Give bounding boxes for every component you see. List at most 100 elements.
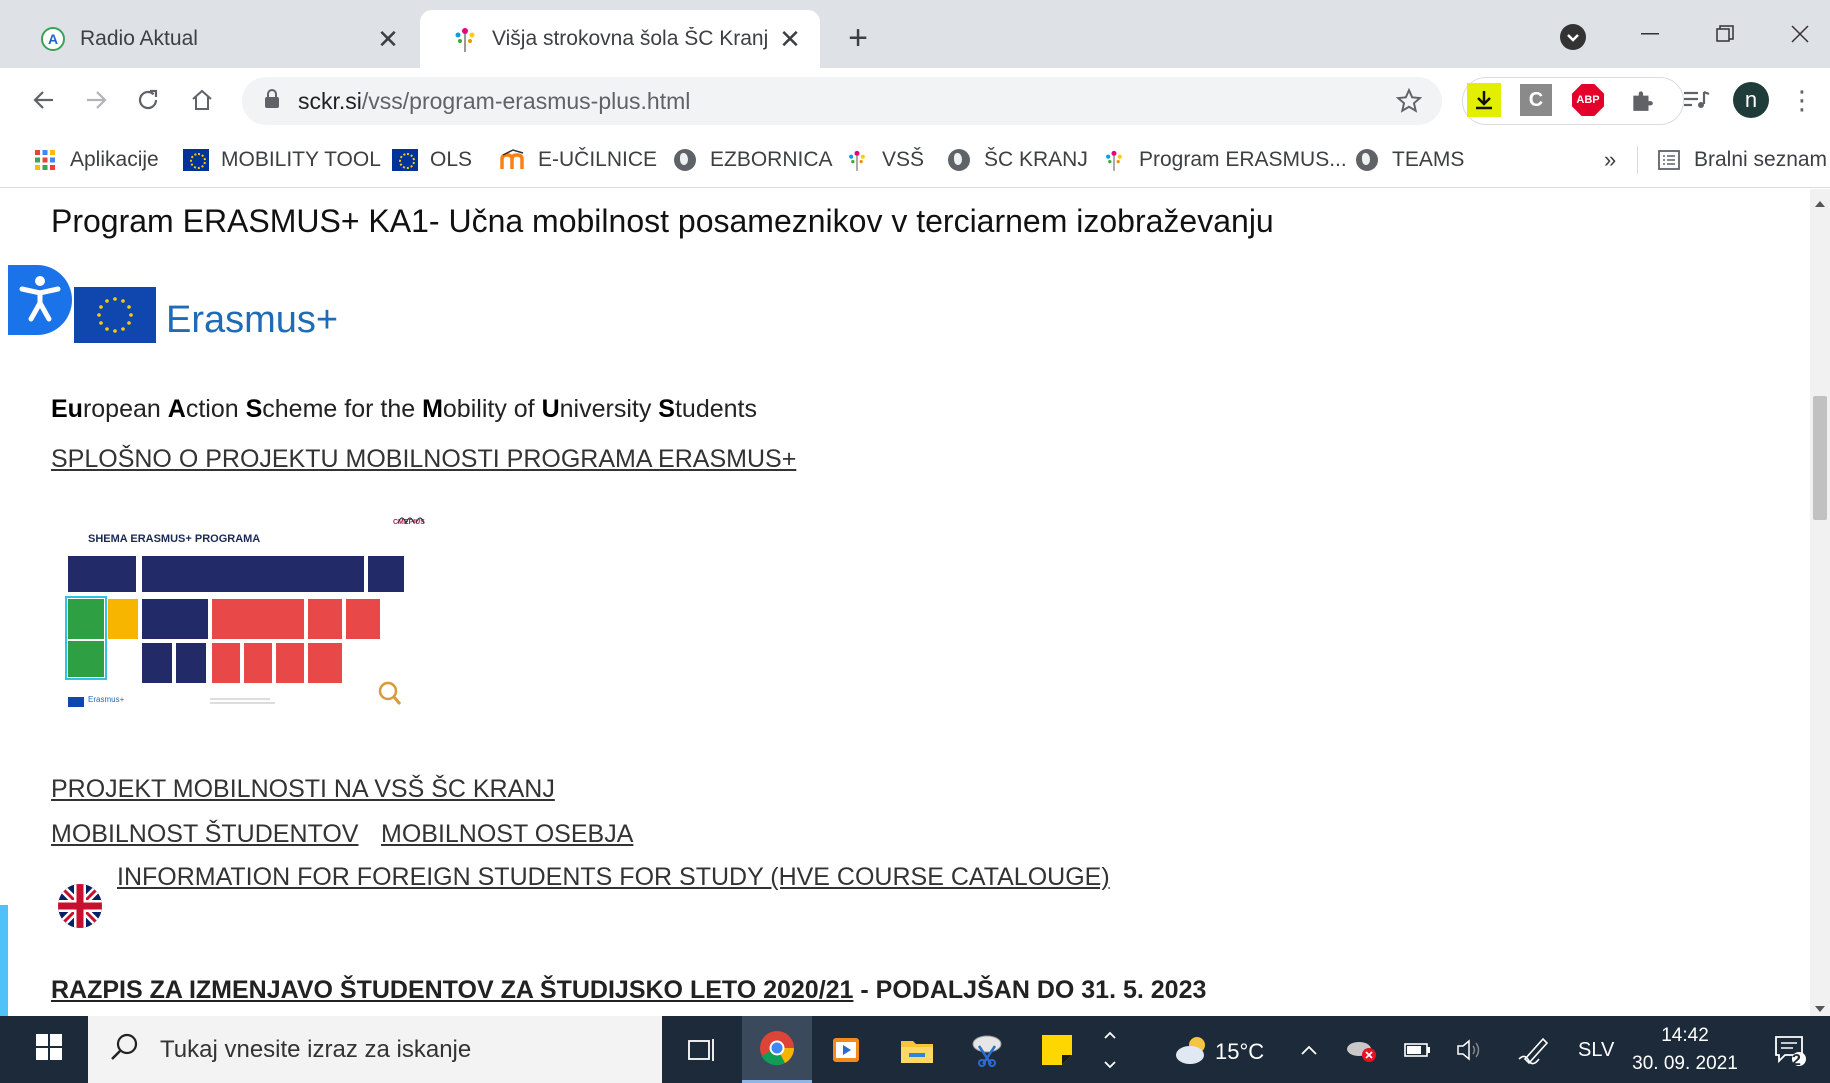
page-content: Program ERASMUS+ KA1- Učna mobilnost pos…	[0, 189, 1810, 1016]
tab-title: Radio Aktual	[80, 27, 198, 50]
tab-sckr[interactable]: Višja strokovna šola ŠC Kranj - ER ✕	[420, 10, 820, 68]
scrollbar-thumb[interactable]	[1813, 396, 1827, 520]
browser-toolbar: sckr.si/vss/program-erasmus-plus.html C …	[0, 68, 1830, 132]
taskbar-scroll-icon[interactable]	[1098, 1016, 1122, 1083]
bookmark-label: VSŠ	[882, 148, 925, 171]
bookmark-label: Aplikacije	[70, 148, 159, 171]
bookmark-label: TEAMS	[1392, 148, 1465, 171]
window-edge	[0, 905, 8, 1016]
moodle-icon	[500, 147, 526, 173]
start-button[interactable]	[10, 1016, 88, 1083]
tab-radio-aktual[interactable]: A Radio Aktual ✕	[8, 10, 418, 68]
profile-avatar[interactable]: n	[1733, 82, 1769, 118]
tab-strip: A Radio Aktual ✕ Višja strokovna šola ŠC…	[0, 0, 1830, 68]
bookmark-sc-kranj[interactable]: ŠC KRANJ	[946, 144, 1088, 176]
bookmarks-overflow-button[interactable]: »	[1604, 144, 1616, 176]
weather-temp[interactable]: 15°C	[1215, 1039, 1264, 1065]
forward-button[interactable]	[76, 80, 116, 120]
student-mobility-link[interactable]: MOBILNOST ŠTUDENTOV	[51, 820, 358, 849]
reading-list-label: Bralni seznam	[1694, 148, 1828, 171]
reload-button[interactable]	[128, 80, 168, 120]
globe-icon	[946, 147, 972, 173]
pen-workspace-icon[interactable]	[1510, 1016, 1560, 1083]
bookmark-ezbornica[interactable]: EZBORNICA	[672, 144, 833, 176]
taskbar-search[interactable]: Tukaj vnesite izraz za iskanje	[88, 1016, 662, 1083]
onedrive-error-icon[interactable]	[1342, 1016, 1382, 1083]
adblock-icon[interactable]: ABP	[1572, 84, 1604, 116]
media-player-icon[interactable]	[812, 1016, 882, 1083]
bookmark-label: OLS	[430, 148, 473, 171]
razpis-heading: RAZPIS ZA IZMENJAVO ŠTUDENTOV ZA ŠTUDIJS…	[51, 976, 1206, 1005]
chrome-taskbar-icon[interactable]	[742, 1016, 812, 1083]
razpis-link[interactable]: RAZPIS ZA IZMENJAVO ŠTUDENTOV ZA ŠTUDIJS…	[51, 976, 853, 1004]
close-tab-icon[interactable]: ✕	[370, 21, 406, 57]
volume-icon[interactable]	[1450, 1016, 1490, 1083]
language-indicator[interactable]: SLV	[1578, 1039, 1614, 1062]
restore-button[interactable]	[1695, 14, 1755, 54]
c-extension-icon[interactable]: C	[1520, 84, 1552, 116]
bookmarks-divider	[1637, 146, 1638, 174]
bookmark-label: MOBILITY TOOL	[221, 148, 381, 171]
bookmark-e-ucilnice[interactable]: E-UČILNICE	[500, 144, 657, 176]
bookmark-star-icon[interactable]	[1395, 87, 1423, 119]
tray-chevron-icon[interactable]	[1294, 1016, 1324, 1083]
task-view-icon[interactable]	[667, 1016, 737, 1083]
close-tab-icon[interactable]: ✕	[772, 21, 808, 57]
bookmark-aplikacije[interactable]: Aplikacije	[32, 144, 159, 176]
erasmus-logo: Erasmus+	[74, 287, 374, 357]
globe-icon	[672, 147, 698, 173]
new-tab-button[interactable]: +	[838, 18, 878, 58]
puzzle-icon[interactable]	[1626, 84, 1658, 116]
project-mobility-link[interactable]: PROJEKT MOBILNOSTI NA VSŠ ŠC KRANJ	[51, 775, 555, 804]
globe-icon	[1354, 147, 1380, 173]
bookmark-label: E-UČILNICE	[538, 148, 658, 171]
address-bar[interactable]: sckr.si/vss/program-erasmus-plus.html	[242, 77, 1442, 125]
bookmark-teams[interactable]: TEAMS	[1354, 144, 1464, 176]
download-icon[interactable]	[1467, 83, 1501, 117]
scroll-up-arrow-icon[interactable]	[1815, 201, 1825, 207]
sckr-icon	[1101, 147, 1127, 173]
sticky-notes-icon[interactable]	[1022, 1016, 1092, 1083]
bookmark-program-erasmus[interactable]: Program ERASMUS...	[1101, 144, 1347, 176]
erasmus-logo-text: Erasmus+	[166, 299, 339, 341]
lock-icon[interactable]	[264, 88, 280, 114]
apps-grid-icon	[32, 147, 58, 173]
reading-list-icon	[1656, 147, 1682, 173]
clock[interactable]: 14:42 30. 09. 2021	[1620, 1022, 1750, 1078]
staff-mobility-link[interactable]: MOBILNOST OSEBJA	[381, 820, 633, 849]
svg-text:A: A	[48, 31, 58, 47]
battery-icon[interactable]	[1398, 1016, 1438, 1083]
page-scrollbar[interactable]	[1810, 189, 1830, 1016]
accessibility-button[interactable]	[8, 265, 72, 335]
eu-flag-icon	[392, 147, 418, 173]
close-window-button[interactable]	[1770, 14, 1830, 54]
foreign-students-link[interactable]: INFORMATION FOR FOREIGN STUDENTS FOR STU…	[117, 863, 1110, 892]
bookmark-ols[interactable]: OLS	[392, 144, 472, 176]
schema-diagram	[65, 517, 425, 707]
erasmus-schema-image[interactable]: SHEMA ERASMUS+ PROGRAMA CMEPIUS Erasmus+	[60, 511, 460, 721]
minimize-button[interactable]	[1620, 14, 1680, 54]
file-explorer-icon[interactable]	[882, 1016, 952, 1083]
clock-time: 14:42	[1661, 1025, 1709, 1046]
reading-list-button[interactable]: Bralni seznam	[1656, 144, 1827, 176]
home-button[interactable]	[182, 80, 222, 120]
clock-date: 30. 09. 2021	[1632, 1053, 1738, 1074]
url-text[interactable]: sckr.si/vss/program-erasmus-plus.html	[298, 88, 690, 115]
windows-logo-icon	[36, 1034, 62, 1065]
bookmark-label: Program ERASMUS...	[1139, 148, 1347, 171]
media-control-icon[interactable]	[1680, 84, 1712, 116]
tab-search-icon[interactable]	[1560, 24, 1586, 50]
bookmark-vss[interactable]: VSŠ	[844, 144, 924, 176]
menu-dots-icon[interactable]: ⋮	[1789, 82, 1815, 118]
bookmarks-bar: Aplikacije MOBILITY TOOL OLS E-UČILNICE …	[0, 132, 1830, 188]
snipping-tool-icon[interactable]	[952, 1016, 1022, 1083]
windows-taskbar: Tukaj vnesite izraz za iskanje 15°C SLV …	[0, 1016, 1830, 1083]
notification-center-icon[interactable]: 2	[1760, 1016, 1820, 1083]
back-button[interactable]	[24, 80, 64, 120]
bookmark-mobility-tool[interactable]: MOBILITY TOOL	[183, 144, 381, 176]
accessibility-icon	[18, 273, 62, 328]
uk-flag-icon	[58, 884, 102, 928]
screen: A Radio Aktual ✕ Višja strokovna šola ŠC…	[0, 0, 1830, 1083]
scroll-down-arrow-icon[interactable]	[1815, 1006, 1825, 1012]
general-project-link[interactable]: SPLOŠNO O PROJEKTU MOBILNOSTI PROGRAMA E…	[51, 445, 796, 474]
